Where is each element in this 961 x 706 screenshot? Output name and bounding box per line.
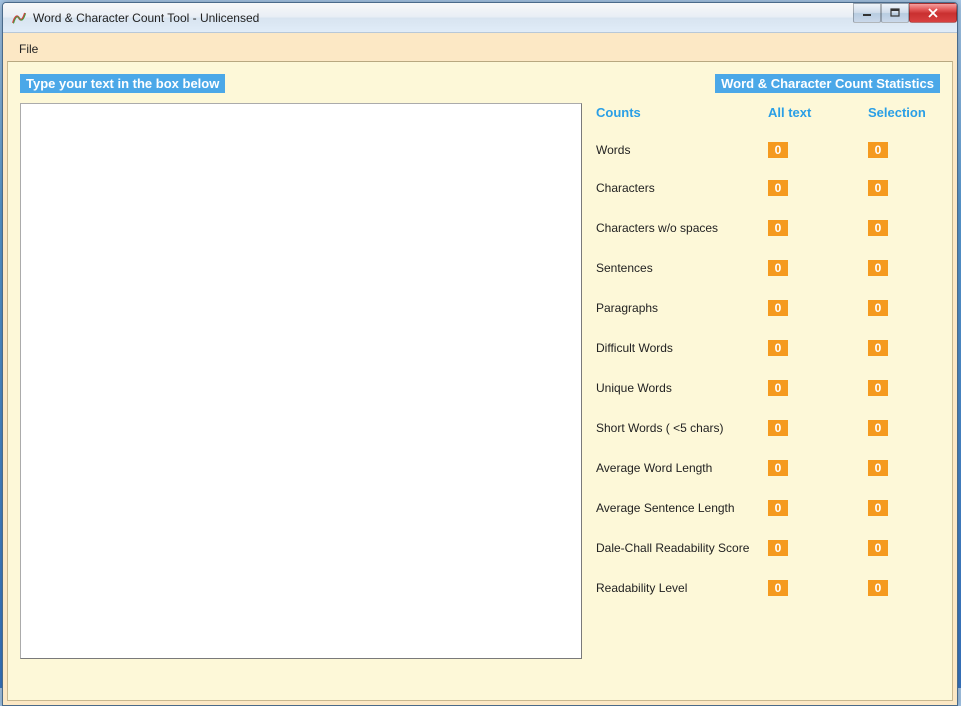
stat-label: Average Word Length [596,461,768,475]
stat-label: Average Sentence Length [596,501,768,515]
stat-sel-col: 0 [868,340,938,356]
app-window: Word & Character Count Tool - Unlicensed [2,2,958,706]
close-button[interactable] [909,3,957,23]
headers-row: Type your text in the box below Word & C… [20,74,940,93]
stat-label: Difficult Words [596,341,768,355]
col-header-counts: Counts [596,105,768,120]
stat-all-col: 0 [768,340,868,356]
stat-label: Sentences [596,261,768,275]
stat-label: Dale-Chall Readability Score [596,541,768,555]
stat-row: Characters00 [596,168,940,208]
stat-row: Words00 [596,132,940,168]
stat-label: Short Words ( <5 chars) [596,421,768,435]
app-icon [11,10,27,26]
stat-value-sel: 0 [868,340,888,356]
stat-value-sel: 0 [868,180,888,196]
stat-value-sel: 0 [868,540,888,556]
stat-value-all: 0 [768,460,788,476]
stat-all-col: 0 [768,460,868,476]
stat-all-col: 0 [768,142,868,158]
stat-value-all: 0 [768,220,788,236]
text-input[interactable] [20,103,582,659]
stats-panel: Counts All text Selection Words00Charact… [596,103,940,688]
stat-label: Readability Level [596,581,768,595]
col-header-selection: Selection [868,105,938,120]
stat-label: Words [596,143,768,157]
stat-row: Average Word Length00 [596,448,940,488]
stat-row: Paragraphs00 [596,288,940,328]
stat-row: Unique Words00 [596,368,940,408]
content-area: Type your text in the box below Word & C… [7,61,953,701]
stat-value-sel: 0 [868,420,888,436]
stat-value-all: 0 [768,260,788,276]
stat-all-col: 0 [768,220,868,236]
minimize-icon [861,8,873,18]
col-header-alltext: All text [768,105,868,120]
stat-row: Average Sentence Length00 [596,488,940,528]
stat-sel-col: 0 [868,540,938,556]
stat-value-sel: 0 [868,142,888,158]
input-header: Type your text in the box below [20,74,225,93]
stat-value-sel: 0 [868,300,888,316]
stat-all-col: 0 [768,300,868,316]
stat-sel-col: 0 [868,420,938,436]
stat-sel-col: 0 [868,220,938,236]
stat-value-all: 0 [768,500,788,516]
stats-header: Word & Character Count Statistics [715,74,940,93]
window-controls [853,3,957,23]
menu-file[interactable]: File [11,40,46,58]
stat-sel-col: 0 [868,180,938,196]
maximize-icon [889,8,901,18]
stat-value-all: 0 [768,142,788,158]
stat-value-sel: 0 [868,380,888,396]
menubar: File [7,37,953,61]
stat-value-all: 0 [768,300,788,316]
stat-value-all: 0 [768,180,788,196]
text-input-wrap [20,103,582,688]
stat-all-col: 0 [768,380,868,396]
stat-all-col: 0 [768,580,868,596]
stat-row: Dale-Chall Readability Score00 [596,528,940,568]
stat-sel-col: 0 [868,580,938,596]
stat-value-all: 0 [768,340,788,356]
stat-row: Readability Level00 [596,568,940,608]
app-body: File Type your text in the box below Wor… [3,33,957,705]
stat-all-col: 0 [768,540,868,556]
maximize-button[interactable] [881,3,909,23]
stat-value-sel: 0 [868,260,888,276]
minimize-button[interactable] [853,3,881,23]
stat-label: Paragraphs [596,301,768,315]
stat-sel-col: 0 [868,500,938,516]
stat-all-col: 0 [768,420,868,436]
stat-sel-col: 0 [868,142,938,158]
stat-label: Unique Words [596,381,768,395]
stat-row: Short Words ( <5 chars)00 [596,408,940,448]
stat-sel-col: 0 [868,260,938,276]
stat-value-all: 0 [768,540,788,556]
window-title: Word & Character Count Tool - Unlicensed [33,11,951,25]
stat-all-col: 0 [768,500,868,516]
stat-row: Characters w/o spaces00 [596,208,940,248]
titlebar[interactable]: Word & Character Count Tool - Unlicensed [3,3,957,33]
stat-label: Characters w/o spaces [596,221,768,235]
close-icon [927,8,939,18]
stat-value-all: 0 [768,380,788,396]
stat-value-sel: 0 [868,460,888,476]
stat-label: Characters [596,181,768,195]
stat-value-all: 0 [768,580,788,596]
stat-value-sel: 0 [868,220,888,236]
stat-sel-col: 0 [868,380,938,396]
stat-all-col: 0 [768,260,868,276]
stat-sel-col: 0 [868,300,938,316]
stat-value-sel: 0 [868,580,888,596]
stat-all-col: 0 [768,180,868,196]
stat-value-all: 0 [768,420,788,436]
stat-row: Sentences00 [596,248,940,288]
stats-rows: Words00Characters00Characters w/o spaces… [596,132,940,608]
main-row: Counts All text Selection Words00Charact… [20,103,940,688]
stat-row: Difficult Words00 [596,328,940,368]
stat-value-sel: 0 [868,500,888,516]
stat-sel-col: 0 [868,460,938,476]
stats-columns-header: Counts All text Selection [596,103,940,122]
